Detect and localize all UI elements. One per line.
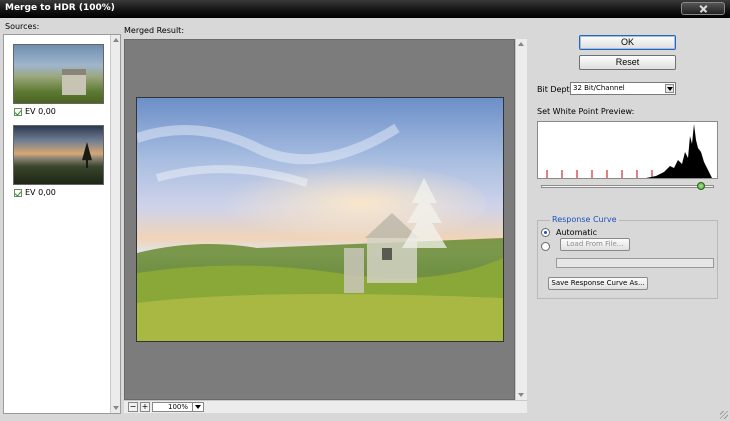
histogram-graph [546,124,712,178]
ok-button[interactable]: OK [579,35,676,50]
scroll-down-arrow-icon[interactable] [518,393,524,397]
load-from-file-button[interactable]: Load From File... [560,238,630,251]
source-1-ev-label: EV 0,00 [25,107,56,116]
histogram [537,121,718,179]
scroll-down-arrow-icon[interactable] [113,406,119,410]
sources-list: EV 0,00 EV 0,00 [3,34,121,414]
source-1-checkbox[interactable] [14,108,22,116]
automatic-radio[interactable] [541,228,550,237]
load-from-file-radio[interactable] [541,242,550,251]
white-point-slider-track[interactable] [541,185,714,188]
window-title: Merge to HDR (100%) [5,3,115,13]
zoom-in-button[interactable]: + [140,402,150,412]
white-point-slider-handle[interactable] [697,182,705,190]
bit-depth-value: 32 Bit/Channel [573,84,625,92]
zoom-out-button[interactable]: − [128,402,138,412]
sources-label: Sources: [5,22,40,31]
tree-shape [82,142,92,168]
response-curve-legend: Response Curve [550,215,619,224]
sources-scrollbar[interactable] [110,35,120,413]
chevron-down-icon[interactable] [665,84,674,93]
merged-result-label: Merged Result: [124,26,185,35]
close-icon[interactable] [681,2,725,15]
preview-vertical-scrollbar[interactable] [515,39,527,400]
house-shape [62,69,86,95]
scroll-up-arrow-icon[interactable] [518,42,524,46]
white-point-label: Set White Point Preview: [537,107,635,116]
scroll-up-arrow-icon[interactable] [113,38,119,42]
bit-depth-select[interactable]: 32 Bit/Channel [570,82,676,95]
source-2-ev-label: EV 0,00 [25,188,56,197]
response-curve-file-field [556,258,714,268]
zoom-level-value: 100% [167,403,188,411]
save-response-curve-button[interactable]: Save Response Curve As... [548,277,648,290]
hdr-landscape-illustration [137,123,503,341]
source-thumbnail-2[interactable] [13,125,104,185]
title-bar[interactable]: Merge to HDR (100%) [0,0,730,18]
merge-to-hdr-dialog: Merge to HDR (100%) Sources: EV 0,00 EV … [0,0,730,421]
automatic-label: Automatic [556,228,598,237]
zoom-dropdown-icon[interactable] [192,402,203,412]
reset-button[interactable]: Reset [579,55,676,70]
source-thumbnail-1[interactable] [13,44,104,104]
source-2-checkbox[interactable] [14,189,22,197]
preview-bottom-bar: − + 100% [124,400,527,413]
resize-grip-icon[interactable] [720,411,728,419]
merged-hdr-image [136,97,504,342]
